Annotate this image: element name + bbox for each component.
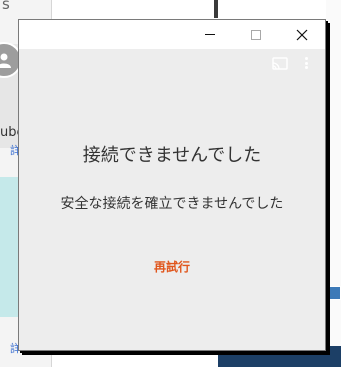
background-text-fragment: s: [2, 0, 10, 13]
popup-window: 接続できませんでした 安全な接続を確立できませんでした 再試行: [18, 19, 326, 351]
more-vert-icon: [304, 57, 308, 60]
maximize-icon: [251, 29, 261, 40]
background-window-edge: [214, 0, 218, 18]
title-bar[interactable]: [19, 20, 325, 49]
cast-icon: [272, 56, 288, 70]
taskbar-app-icon[interactable]: [325, 286, 341, 300]
error-page: 接続できませんでした 安全な接続を確立できませんでした 再試行: [19, 49, 325, 350]
retry-button[interactable]: 再試行: [142, 257, 202, 277]
minimize-button[interactable]: [187, 20, 233, 49]
error-title: 接続できませんでした: [82, 145, 262, 166]
more-options-button[interactable]: [299, 55, 313, 71]
background-window-right: [326, 0, 341, 367]
close-button[interactable]: [279, 20, 325, 49]
cast-button[interactable]: [271, 55, 289, 71]
more-vert-icon-dot: [304, 66, 308, 69]
minimize-icon: [205, 34, 215, 35]
close-icon: [296, 29, 308, 40]
more-vert-icon-dot: [304, 61, 308, 65]
error-message: 安全な接続を確立できませんでした: [60, 196, 284, 212]
user-icon: [0, 53, 11, 68]
maximize-button[interactable]: [233, 20, 279, 49]
background-thumbnail: [0, 177, 18, 317]
